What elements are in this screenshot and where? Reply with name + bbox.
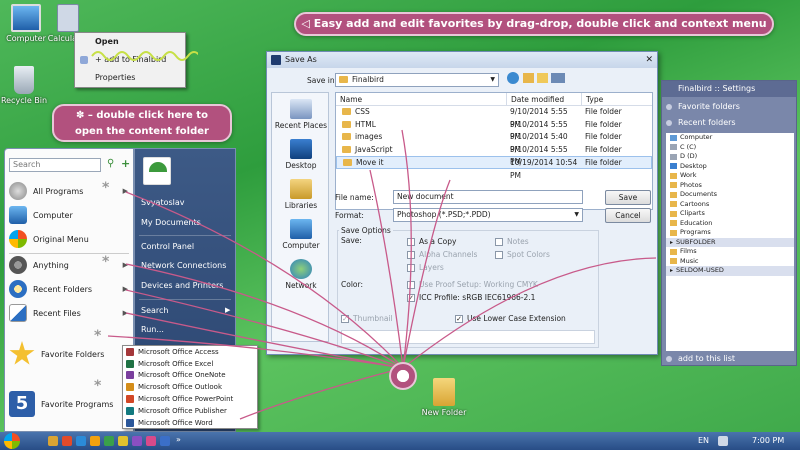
clock[interactable]: 7:00 PM (752, 436, 784, 445)
taskbar-app-icon[interactable] (132, 436, 142, 446)
taskbar-app-icon[interactable] (118, 436, 128, 446)
taskbar-app-icon[interactable] (146, 436, 156, 446)
tray-icon[interactable] (718, 436, 728, 446)
start-button[interactable] (4, 433, 20, 449)
taskbar-app-icon[interactable] (62, 436, 72, 446)
taskbar-app-icon[interactable] (48, 436, 58, 446)
taskbar-app-icon[interactable] (90, 436, 100, 446)
taskbar-overflow[interactable]: » (176, 435, 181, 444)
taskbar-app-icon[interactable] (160, 436, 170, 446)
language-indicator[interactable]: EN (698, 436, 709, 445)
taskbar-app-icon[interactable] (104, 436, 114, 446)
taskbar: » EN 7:00 PM (0, 432, 800, 450)
taskbar-app-icon[interactable] (76, 436, 86, 446)
finalbird-logo-icon[interactable] (389, 362, 417, 390)
